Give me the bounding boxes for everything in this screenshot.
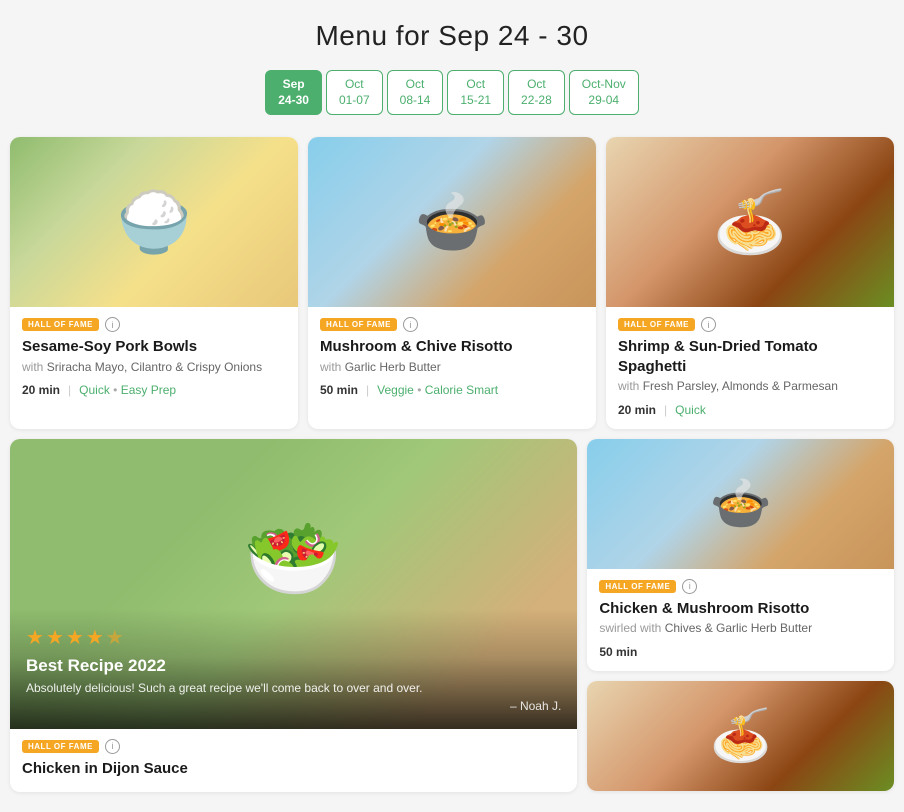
star-4: ★ [86,625,104,650]
subtitle-prefix: with [22,360,47,374]
badge-row-mushroom-risotto: HALL OF FAME i [320,317,584,332]
card-pasta-partial[interactable] [587,681,894,791]
card-image-pasta-partial [587,681,894,791]
tab-label-bottom: 01-07 [339,93,370,109]
card-title-chicken-mushroom: Chicken & Mushroom Risotto [599,599,882,619]
card-title-pork-bowls: Sesame-Soy Pork Bowls [22,337,286,357]
tab-label-top: Oct [339,77,370,93]
card-chicken-dijon[interactable]: ★ ★ ★ ★ ★ Best Recipe 2022 Absolutely de… [10,439,577,793]
subtitle-prefix-5: swirled with [599,621,664,635]
card-image-chicken-mushroom [587,439,894,569]
tab-oct-22-28[interactable]: Oct 22-28 [508,70,565,115]
card-subtitle-pork-bowls: with Sriracha Mayo, Cilantro & Crispy On… [22,359,286,376]
card-large-overlay: ★ ★ ★ ★ ★ Best Recipe 2022 Absolutely de… [10,609,577,729]
card-image-mushroom-risotto [308,137,596,307]
best-recipe-label: Best Recipe 2022 [26,656,561,676]
card-subtitle-mushroom-risotto: with Garlic Herb Butter [320,359,584,376]
stars-row: ★ ★ ★ ★ ★ [26,625,561,650]
tab-label-top: Oct [400,77,431,93]
card-mushroom-risotto[interactable]: HALL OF FAME i Mushroom & Chive Risotto … [308,137,596,429]
card-meta-mushroom-risotto: 50 min | Veggie • Calorie Smart [320,383,584,397]
card-subtitle-chicken-mushroom: swirled with Chives & Garlic Herb Butter [599,620,882,637]
tab-label-bottom: 29-04 [582,93,626,109]
card-large-image-container: ★ ★ ★ ★ ★ Best Recipe 2022 Absolutely de… [10,439,577,729]
meta-separator-2: | [366,383,369,397]
subtitle-text-5: Chives & Garlic Herb Butter [665,621,812,635]
card-title-shrimp-pasta: Shrimp & Sun-Dried Tomato Spaghetti [618,337,882,376]
card-image-pork-bowls [10,137,298,307]
star-3: ★ [66,625,84,650]
card-shrimp-pasta[interactable]: HALL OF FAME i Shrimp & Sun-Dried Tomato… [606,137,894,429]
subtitle-text: Sriracha Mayo, Cilantro & Crispy Onions [47,360,262,374]
card-image-shrimp-pasta [606,137,894,307]
card-large-body: HALL OF FAME i Chicken in Dijon Sauce [10,729,577,793]
cook-time-3: 20 min [618,403,656,417]
card-pork-bowls[interactable]: HALL OF FAME i Sesame-Soy Pork Bowls wit… [10,137,298,429]
hall-of-fame-badge: HALL OF FAME [22,318,99,331]
top-grid: HALL OF FAME i Sesame-Soy Pork Bowls wit… [10,137,894,429]
tab-oct-nov-29-04[interactable]: Oct-Nov 29-04 [569,70,639,115]
badge-row-chicken-mushroom: HALL OF FAME i [599,579,882,594]
tab-label-top: Oct [521,77,552,93]
hall-of-fame-badge-2: HALL OF FAME [320,318,397,331]
page-title: Menu for Sep 24 - 30 [10,20,894,52]
info-icon-shrimp-pasta[interactable]: i [701,317,716,332]
cook-time-5: 50 min [599,645,637,659]
tab-oct-01-07[interactable]: Oct 01-07 [326,70,383,115]
week-tabs: Sep 24-30 Oct 01-07 Oct 08-14 Oct 15-21 … [10,70,894,115]
hall-of-fame-badge-5: HALL OF FAME [599,580,676,593]
tab-label-bottom: 15-21 [460,93,491,109]
card-title-mushroom-risotto: Mushroom & Chive Risotto [320,337,584,357]
tab-label-bottom: 22-28 [521,93,552,109]
page-wrapper: Menu for Sep 24 - 30 Sep 24-30 Oct 01-07… [0,0,904,812]
tab-sep-24-30[interactable]: Sep 24-30 [265,70,322,115]
right-column: HALL OF FAME i Chicken & Mushroom Risott… [587,439,894,793]
tab-oct-08-14[interactable]: Oct 08-14 [387,70,444,115]
subtitle-prefix-3: with [618,379,643,393]
meta-separator-3: | [664,403,667,417]
info-icon-pork-bowls[interactable]: i [105,317,120,332]
card-chicken-mushroom[interactable]: HALL OF FAME i Chicken & Mushroom Risott… [587,439,894,671]
tab-label-top: Oct [460,77,491,93]
badge-row-shrimp-pasta: HALL OF FAME i [618,317,882,332]
card-meta-pork-bowls: 20 min | Quick • Easy Prep [22,383,286,397]
hall-of-fame-badge-4: HALL OF FAME [22,740,99,753]
card-body-pork-bowls: HALL OF FAME i Sesame-Soy Pork Bowls wit… [10,307,298,409]
tag-quick-easy: Quick • Easy Prep [79,383,176,397]
tab-label-top: Sep [278,77,309,93]
card-meta-shrimp-pasta: 20 min | Quick [618,403,882,417]
cook-time: 20 min [22,383,60,397]
subtitle-text-2: Garlic Herb Butter [345,360,441,374]
info-icon-chicken-dijon[interactable]: i [105,739,120,754]
tab-label-bottom: 08-14 [400,93,431,109]
reviewer-name: – Noah J. [26,699,561,713]
star-2: ★ [46,625,64,650]
info-icon-mushroom-risotto[interactable]: i [403,317,418,332]
hall-of-fame-badge-3: HALL OF FAME [618,318,695,331]
subtitle-prefix-2: with [320,360,345,374]
tab-oct-15-21[interactable]: Oct 15-21 [447,70,504,115]
tab-label-top: Oct-Nov [582,77,626,93]
cook-time-2: 50 min [320,383,358,397]
badge-row-chicken-dijon: HALL OF FAME i [22,739,565,754]
bottom-grid: ★ ★ ★ ★ ★ Best Recipe 2022 Absolutely de… [10,439,894,793]
tag-quick: Quick [675,403,706,417]
star-5-half: ★ [106,625,124,650]
card-subtitle-shrimp-pasta: with Fresh Parsley, Almonds & Parmesan [618,378,882,395]
tag-veggie-calorie: Veggie • Calorie Smart [377,383,498,397]
subtitle-text-3: Fresh Parsley, Almonds & Parmesan [643,379,838,393]
card-title-chicken-dijon: Chicken in Dijon Sauce [22,759,565,779]
star-1: ★ [26,625,44,650]
card-body-mushroom-risotto: HALL OF FAME i Mushroom & Chive Risotto … [308,307,596,409]
info-icon-chicken-mushroom[interactable]: i [682,579,697,594]
card-body-shrimp-pasta: HALL OF FAME i Shrimp & Sun-Dried Tomato… [606,307,894,429]
meta-separator: | [68,383,71,397]
badge-row-pork-bowls: HALL OF FAME i [22,317,286,332]
card-meta-chicken-mushroom: 50 min [599,645,882,659]
review-text: Absolutely delicious! Such a great recip… [26,680,561,697]
card-body-chicken-mushroom: HALL OF FAME i Chicken & Mushroom Risott… [587,569,894,671]
tab-label-bottom: 24-30 [278,93,309,109]
